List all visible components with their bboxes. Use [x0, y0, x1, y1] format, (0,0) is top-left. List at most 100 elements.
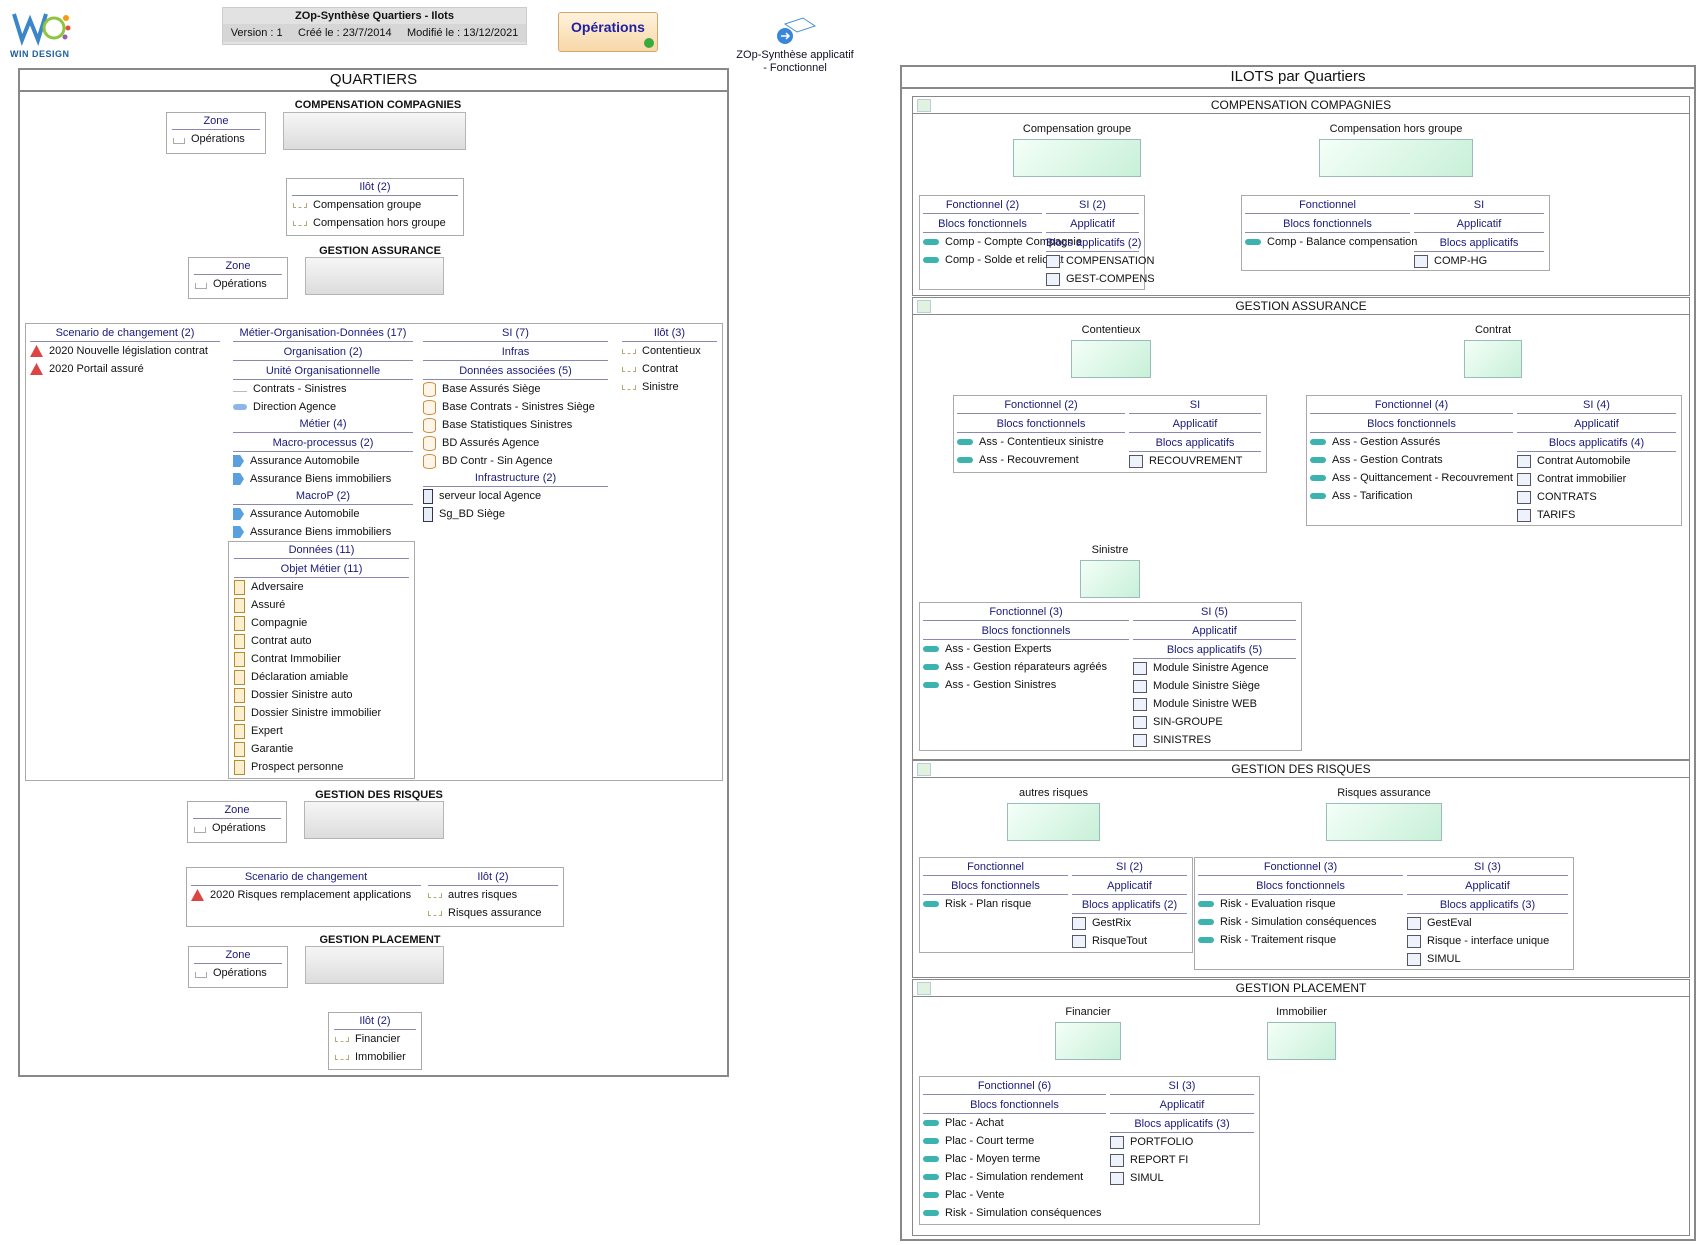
ilot-header: Ilôt (3) — [622, 325, 717, 342]
list-item: Plac - Achat — [923, 1114, 1106, 1132]
macrop-item: Assurance Automobile — [233, 505, 413, 523]
list-item: RECOUVREMENT — [1129, 452, 1261, 470]
zone-item: Opérations — [189, 964, 287, 982]
process-icon — [233, 508, 244, 520]
bloc-fonctionnel-icon — [923, 1174, 939, 1180]
bloc-fonctionnel-icon — [1310, 439, 1326, 445]
list-item: Module Sinistre Agence — [1133, 659, 1296, 677]
list-item: COMPENSATION — [1046, 252, 1154, 270]
zone-item: Opérations — [188, 819, 286, 837]
unit-header: Unité Organisationnelle — [233, 363, 413, 380]
list-item: Base Assurés Siège — [423, 380, 608, 398]
list-item: Contrat auto — [234, 632, 409, 650]
process-icon — [233, 455, 244, 467]
zone-icon — [194, 827, 206, 833]
zone-icon — [173, 138, 185, 144]
application-icon — [1133, 697, 1147, 711]
infra-item: serveur local Agence — [423, 487, 608, 505]
list-item: Ass - Gestion Sinistres — [923, 676, 1129, 694]
zone-item: Opérations — [167, 130, 265, 148]
header-info-box: ZOp-Synthèse Quartiers - Ilots Version :… — [222, 7, 527, 45]
zone-header: Zone — [194, 258, 282, 275]
fonctionnel-header: Fonctionnel (4) — [1310, 397, 1513, 414]
business-object-icon — [234, 759, 245, 775]
list-item: SINISTRES — [1133, 731, 1296, 749]
list-item: Ass - Tarification — [1310, 487, 1513, 505]
applicatif-header: Applicatif — [1133, 623, 1296, 640]
metier-org-column: Métier-Organisation-Données (17) Organis… — [233, 325, 413, 541]
server-icon — [423, 488, 433, 504]
fonctionnel-header: Fonctionnel — [1245, 197, 1410, 214]
blocs-applicatifs-header: Blocs applicatifs (2) — [1072, 897, 1187, 914]
process-icon — [233, 526, 244, 538]
org-unit-icon — [233, 387, 247, 392]
application-icon — [1133, 661, 1147, 675]
business-object-icon — [234, 741, 245, 757]
blocs-applicatifs-header: Blocs applicatifs — [1129, 435, 1261, 452]
si-header: SI (5) — [1133, 604, 1296, 621]
scenario-item: 2020 Risques remplacement applications — [191, 886, 421, 904]
ilot-icon — [428, 910, 442, 916]
blocs-fonctionnels-header: Blocs fonctionnels — [957, 416, 1125, 433]
bloc-fonctionnel-icon — [957, 439, 973, 445]
macrop-item: Assurance Biens immobiliers — [233, 523, 413, 541]
bloc-fonctionnel-icon — [923, 257, 939, 263]
zone-icon — [195, 283, 207, 289]
list-item: PORTFOLIO — [1110, 1133, 1254, 1151]
operations-button[interactable]: Opérations — [558, 12, 658, 52]
fonctionnel-column: Fonctionnel Blocs fonctionnels Risk - Plan… — [923, 859, 1068, 913]
application-icon — [1517, 472, 1531, 486]
business-object-icon — [234, 615, 245, 631]
application-icon — [1129, 454, 1143, 468]
application-icon — [1407, 934, 1421, 948]
application-icon — [1414, 254, 1428, 268]
si-column: SI Applicatif Blocs applicatifs COMP-HG — [1414, 197, 1544, 270]
ilot-icon — [622, 366, 636, 372]
ilot-shape[interactable] — [1013, 139, 1141, 177]
ilot-label: Compensation hors groupe — [1329, 123, 1463, 135]
application-icon — [1133, 679, 1147, 693]
ilot-shape[interactable] — [1071, 340, 1151, 378]
si-column: SI (2) Applicatif Blocs applicatifs (2) Ges… — [1072, 859, 1187, 950]
ilot-shape[interactable] — [1055, 1022, 1121, 1060]
org-header: Organisation (2) — [233, 344, 413, 361]
list-item: Ass - Recouvrement — [957, 451, 1125, 469]
donnees-header: Données (11) — [234, 542, 409, 559]
si-column: SI Applicatif Blocs applicatifs RECOUVREMEN… — [1129, 397, 1261, 470]
metier-header: Métier (4) — [233, 416, 413, 433]
list-item: SIMUL — [1110, 1169, 1254, 1187]
link-label-1: ZOp-Synthèse applicatif — [736, 49, 854, 61]
ilot-shape[interactable] — [1007, 803, 1100, 841]
bloc-fonctionnel-icon — [1310, 457, 1326, 463]
application-icon — [1072, 916, 1086, 930]
scenario-header: Scenario de changement (2) — [30, 325, 220, 342]
list-item: Risk - Simulation conséquences — [1198, 913, 1403, 931]
scenario-icon — [191, 889, 204, 901]
ilot-shape[interactable] — [1319, 139, 1473, 177]
page-title: ZOp-Synthèse Quartiers - Ilots — [295, 10, 454, 22]
ilot-shape[interactable] — [1080, 560, 1140, 598]
ilot-shape[interactable] — [1326, 803, 1442, 841]
list-item: GEST-COMPENS — [1046, 270, 1155, 288]
bloc-fonctionnel-icon — [923, 1138, 939, 1144]
list-item: GestEval — [1407, 914, 1568, 932]
blocs-applicatifs-header: Blocs applicatifs (4) — [1517, 435, 1676, 452]
fonctionnel-header: Fonctionnel — [923, 859, 1068, 876]
fonctionnel-column: Fonctionnel (3) Blocs fonctionnels Ass - G… — [923, 604, 1129, 694]
section-title: GESTION PLACEMENT — [1235, 981, 1367, 995]
blocs-fonctionnels-header: Blocs fonctionnels — [923, 623, 1129, 640]
link-icon — [777, 17, 817, 44]
applicatif-header: Applicatif — [1407, 878, 1568, 895]
ilot-label: Sinistre — [1091, 544, 1129, 556]
ilot-shape[interactable] — [1267, 1022, 1336, 1060]
blocs-fonctionnels-header: Blocs fonctionnels — [923, 216, 1042, 233]
database-icon — [423, 435, 436, 451]
application-icon — [1046, 272, 1060, 286]
ilot-shape[interactable] — [1464, 340, 1522, 378]
link-label-2: - Fonctionnel — [763, 62, 827, 74]
list-item: TARIFS — [1517, 506, 1676, 524]
placement-quartier-shape — [305, 946, 444, 984]
section-title: COMPENSATION COMPAGNIES — [1210, 98, 1392, 112]
link-synthese-applicatif[interactable]: ZOp-Synthèse applicatif - Fonctionnel — [730, 16, 860, 74]
si-header: SI (2) — [1072, 859, 1187, 876]
